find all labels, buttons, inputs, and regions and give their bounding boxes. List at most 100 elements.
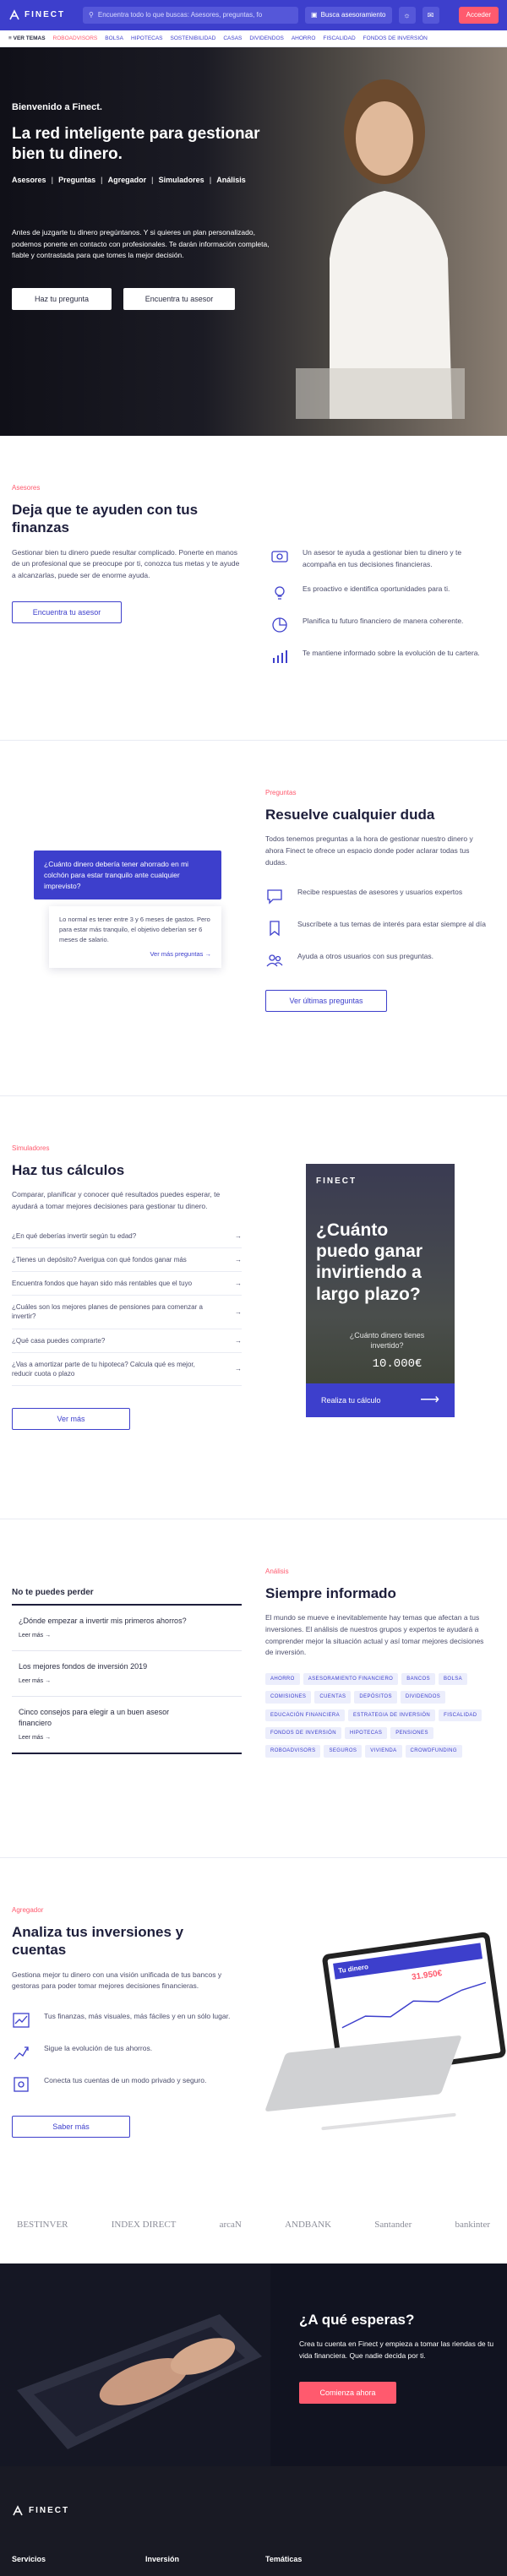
learn-more-button[interactable]: Saber más xyxy=(12,2115,130,2138)
simulators-section: Simuladores Haz tus cálculos Comparar, p… xyxy=(0,1096,507,1519)
topic-link[interactable]: BOLSA xyxy=(105,35,123,42)
find-advisor-button[interactable]: Encuentra tu asesor xyxy=(12,601,122,624)
finect-logo-icon xyxy=(13,2505,23,2516)
footer-col-title: Servicios xyxy=(12,2555,46,2563)
see-more-button[interactable]: Ver más xyxy=(12,1408,130,1431)
section-kicker: Simuladores xyxy=(12,1144,50,1152)
article-title: Cinco consejos para elegir a un buen ase… xyxy=(19,1707,170,1727)
section-text: El mundo se mueve e inevitablemente hay … xyxy=(265,1613,484,1657)
community-icon xyxy=(266,954,283,967)
topic-tag[interactable]: FISCALIDAD xyxy=(439,1709,482,1721)
topic-link[interactable]: FISCALIDAD xyxy=(323,35,355,42)
footer-logo[interactable]: FINECT xyxy=(12,2505,69,2517)
hero-tag[interactable]: Asesores xyxy=(12,175,46,186)
feature-text: Es proactivo e identifica oportunidades … xyxy=(303,584,450,594)
topic-tag[interactable]: VIVIENDA xyxy=(365,1745,402,1758)
topic-tag[interactable]: ESTRATEGIA DE INVERSIÓN xyxy=(348,1709,436,1721)
article-item[interactable]: ¿Dónde empezar a invertir mis primeros a… xyxy=(12,1606,242,1651)
briefcase-icon: ▣ xyxy=(311,11,318,19)
arrow-right-icon: → xyxy=(235,1231,242,1240)
topic-link[interactable]: CASAS xyxy=(223,35,242,42)
topic-tag[interactable]: AHORRO xyxy=(265,1672,300,1686)
partner-logo: ANDBANK xyxy=(285,2220,332,2231)
topic-tag[interactable]: ROBOADVISORS xyxy=(265,1745,321,1758)
arrow-right-icon: → xyxy=(235,1255,242,1264)
topic-link[interactable]: DIVIDENDOS xyxy=(249,35,283,42)
card-brand: FINECT xyxy=(316,1177,357,1186)
arrow-right-icon: → xyxy=(235,1336,242,1345)
dont-miss-list: No te puedes perder ¿Dónde empezar a inv… xyxy=(12,1587,242,1754)
article-title: Los mejores fondos de inversión 2019 xyxy=(19,1661,148,1671)
topic-link[interactable]: FONDOS DE INVERSIÓN xyxy=(363,35,428,42)
advisors-section: Asesores Deja que te ayuden con tus fina… xyxy=(0,436,507,740)
card-cta[interactable]: Realiza tu cálculo ⟶ xyxy=(306,1383,455,1417)
section-kicker: Agregador xyxy=(12,1906,44,1914)
topic-tag[interactable]: BANCOS xyxy=(401,1672,436,1686)
section-kicker: Asesores xyxy=(12,484,41,492)
topics-toggle[interactable]: ≡ VER TEMAS xyxy=(8,35,46,42)
article-item[interactable]: Cinco consejos para elegir a un buen ase… xyxy=(12,1697,242,1754)
hero-tag[interactable]: Preguntas xyxy=(58,175,95,186)
simulator-link[interactable]: ¿Vas a amortizar parte de tu hipoteca? C… xyxy=(12,1353,242,1387)
topic-tag[interactable]: PENSIONES xyxy=(390,1726,433,1740)
partner-logo: arcaN xyxy=(219,2220,242,2231)
hero-tag[interactable]: Agregador xyxy=(108,175,147,186)
pie-chart-icon xyxy=(272,617,287,633)
article-item[interactable]: Los mejores fondos de inversión 2019 Lee… xyxy=(12,1651,242,1697)
arrow-right-icon: → xyxy=(235,1280,242,1287)
laptop-hands-image xyxy=(0,2264,270,2466)
topic-tag[interactable]: HIPOTECAS xyxy=(344,1726,388,1740)
simulator-link[interactable]: ¿Cuáles son los mejores planes de pensio… xyxy=(12,1296,242,1329)
latest-questions-button[interactable]: Ver últimas preguntas xyxy=(265,990,387,1013)
topic-link[interactable]: AHORRO xyxy=(292,35,316,42)
topic-tag[interactable]: CUENTAS xyxy=(314,1691,352,1704)
card-title: ¿Cuánto puedo ganar invirtiendo a largo … xyxy=(316,1220,423,1304)
chat-icon: ✉ xyxy=(427,10,434,19)
article-title: ¿Dónde empezar a invertir mis primeros a… xyxy=(19,1617,187,1625)
start-now-button[interactable]: Comienza ahora xyxy=(299,2382,396,2405)
simulator-link[interactable]: ¿En qué deberías invertir según tu edad?… xyxy=(12,1225,242,1248)
read-more-link[interactable]: Leer más → xyxy=(19,1734,242,1742)
topic-tag[interactable]: SEGUROS xyxy=(324,1745,363,1758)
topic-link[interactable]: SOSTENIBILIDAD xyxy=(171,35,216,42)
topic-tag[interactable]: FONDOS DE INVERSIÓN xyxy=(265,1726,341,1740)
simulator-card[interactable]: FINECT ¿Cuánto puedo ganar invirtiendo a… xyxy=(306,1164,455,1417)
simulator-link[interactable]: ¿Qué casa puedes comprarte? → xyxy=(12,1329,242,1353)
feature-item: Te mantiene informado sobre la evolución… xyxy=(270,648,492,666)
ask-question-button[interactable]: Haz tu pregunta xyxy=(12,288,112,310)
topic-tag[interactable]: DIVIDENDOS xyxy=(400,1691,446,1704)
hero-tag[interactable]: Simuladores xyxy=(159,175,204,186)
advice-button-label: Busca asesoramiento xyxy=(320,11,386,19)
topic-tag[interactable]: DEPÓSITOS xyxy=(354,1691,397,1704)
partner-logo: INDEX DIRECT xyxy=(111,2220,177,2231)
topic-tag[interactable]: BOLSA xyxy=(439,1672,468,1686)
topic-tag[interactable]: CROWDFUNDING xyxy=(405,1745,462,1758)
search-input[interactable]: ⚲ Encuentra todo lo que buscas: Asesores… xyxy=(83,7,298,24)
lightbulb-icon xyxy=(275,586,285,600)
topic-tag[interactable]: COMISIONES xyxy=(265,1691,312,1704)
footer-col-title: Inversión xyxy=(145,2555,180,2563)
notifications-button[interactable]: ☼ xyxy=(398,7,416,24)
more-questions-link[interactable]: Ver más preguntas → xyxy=(59,949,211,959)
arrow-right-icon: → xyxy=(204,950,212,959)
topic-tag[interactable]: ASESORAMIENTO FINANCIERO xyxy=(303,1672,399,1686)
login-button[interactable]: Acceder xyxy=(458,7,499,24)
section-title: Siempre informado xyxy=(265,1585,396,1602)
feature-item: Ayuda a otros usuarios con sus preguntas… xyxy=(265,951,492,970)
read-more-link[interactable]: Leer más → xyxy=(19,1632,242,1640)
feature-item: Tus finanzas, más visuales, más fáciles … xyxy=(12,2011,242,2030)
advice-button[interactable]: ▣ Busca asesoramiento xyxy=(305,7,392,24)
simulator-link[interactable]: ¿Tienes un depósito? Averigua con qué fo… xyxy=(12,1248,242,1272)
arrow-right-icon: → xyxy=(235,1365,242,1373)
topic-link[interactable]: ROBOADVISORS xyxy=(53,35,98,42)
hero-description: Antes de juzgarte tu dinero pregúntanos.… xyxy=(12,228,270,259)
messages-button[interactable]: ✉ xyxy=(422,7,439,24)
cta-section: ¿A qué esperas? Crea tu cuenta en Finect… xyxy=(0,2264,507,2466)
topic-link[interactable]: HIPOTECAS xyxy=(131,35,163,42)
topic-tag[interactable]: EDUCACIÓN FINANCIERA xyxy=(265,1709,346,1721)
hero-tag[interactable]: Análisis xyxy=(216,175,246,186)
find-advisor-button[interactable]: Encuentra tu asesor xyxy=(123,288,235,310)
brand-logo[interactable]: FINECT xyxy=(8,9,76,21)
simulator-link[interactable]: Encuentra fondos que hayan sido más rent… xyxy=(12,1272,242,1296)
read-more-link[interactable]: Leer más → xyxy=(19,1677,242,1686)
